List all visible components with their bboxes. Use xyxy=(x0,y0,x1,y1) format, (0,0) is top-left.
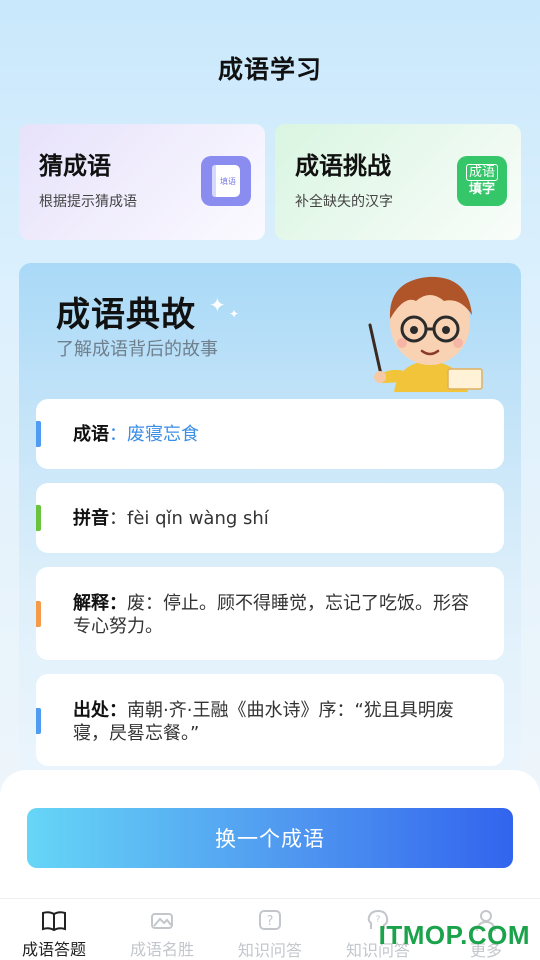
pinyin-row: 拼音：fèi qǐn wàng shí xyxy=(36,483,504,553)
idiom-label: 成语 xyxy=(73,423,109,445)
book-icon: 填语 xyxy=(201,156,251,206)
pinyin-value: fèi qǐn wàng shí xyxy=(127,507,269,529)
landscape-icon xyxy=(150,909,174,932)
tab-label: 成语答题 xyxy=(21,940,86,959)
story-subtitle: 了解成语背后的故事 xyxy=(56,339,218,360)
sparkle-icon: ✦ xyxy=(209,293,226,317)
idiom-challenge-card[interactable]: 成语挑战 补全缺失的汉字 成语 填字 xyxy=(275,124,521,240)
tab-label: 成语名胜 xyxy=(129,940,194,959)
accent-bar xyxy=(36,708,41,734)
open-book-icon xyxy=(41,909,67,932)
question-icon: ? xyxy=(258,909,282,933)
meaning-value: 废：停止。顾不得睡觉，忘记了吃饭。形容专心努力。 xyxy=(73,593,469,637)
accent-bar xyxy=(36,505,41,531)
tab-knowledge-qa[interactable]: ? 知识问答 xyxy=(216,899,324,960)
page-title: 成语学习 xyxy=(217,55,322,84)
pinyin-label: 拼音 xyxy=(73,507,109,529)
watermark: ITMOP.COM xyxy=(378,920,530,950)
idiom-fill-icon: 成语 填字 xyxy=(457,156,507,206)
source-row: 出处：南朝·齐·王融《曲水诗》序：“犹且具明废寝，昃晷忘餐。” xyxy=(36,674,504,766)
accent-bar xyxy=(36,421,41,447)
meaning-row: 解释：废：停止。顾不得睡觉，忘记了吃饭。形容专心努力。 xyxy=(36,567,504,660)
story-title: 成语典故 xyxy=(56,287,198,336)
idiom-story-panel: 成语典故 ✦ ✦ 了解成语背后的故事 成语：废寝忘食 拼音：fèi qǐn wà… xyxy=(19,263,521,823)
tab-idiom-scenery[interactable]: 成语名胜 xyxy=(108,899,216,960)
tab-label: 知识问答 xyxy=(237,941,302,960)
idiom-row: 成语：废寝忘食 xyxy=(36,399,504,469)
meaning-label: 解释 xyxy=(73,593,109,614)
guess-idiom-card[interactable]: 猜成语 根据提示猜成语 填语 xyxy=(19,124,265,240)
tab-idiom-quiz[interactable]: 成语答题 xyxy=(0,899,108,960)
teacher-illustration xyxy=(368,276,483,392)
idiom-value: 废寝忘食 xyxy=(127,423,199,445)
source-value: 南朝·齐·王融《曲水诗》序：“犹且具明废寝，昃晷忘餐。” xyxy=(73,700,454,744)
svg-text:?: ? xyxy=(267,914,274,929)
next-idiom-button[interactable]: 换一个成语 xyxy=(27,808,513,868)
source-label: 出处 xyxy=(73,700,109,721)
sparkle-icon: ✦ xyxy=(229,307,240,321)
accent-bar xyxy=(36,601,41,627)
